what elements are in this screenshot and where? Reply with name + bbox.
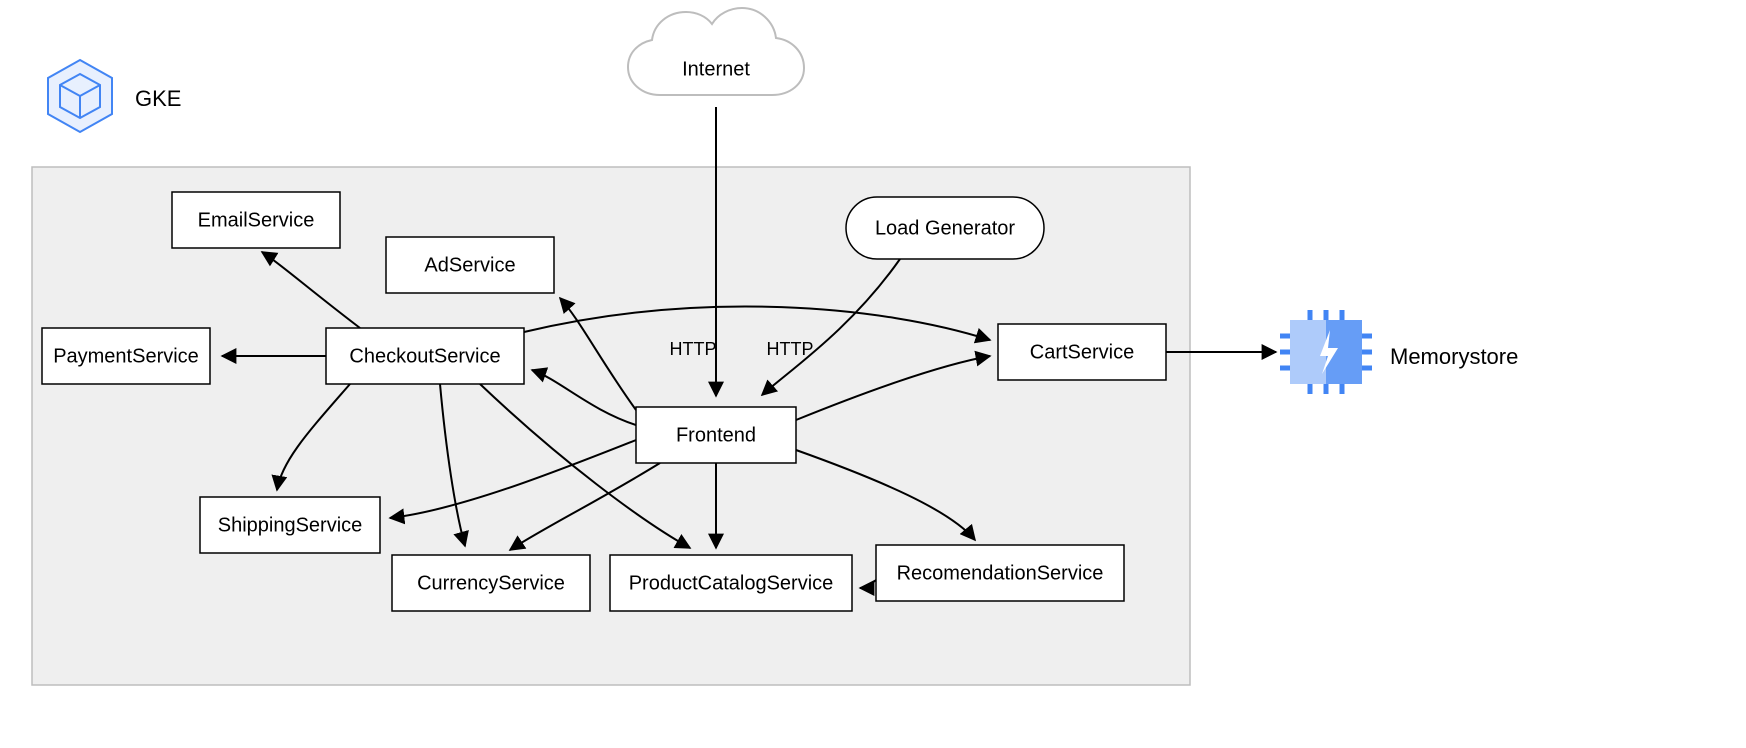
gke-label: GKE xyxy=(135,86,181,111)
node-currencyservice: CurrencyService xyxy=(392,555,590,611)
node-emailservice: EmailService xyxy=(172,192,340,248)
memorystore-icon xyxy=(1280,310,1372,394)
node-recommendation: RecomendationService xyxy=(876,545,1124,601)
node-frontend-label: Frontend xyxy=(676,424,756,446)
node-productcatalog-label: ProductCatalogService xyxy=(629,572,834,594)
node-loadgenerator: Load Generator xyxy=(846,197,1044,259)
node-productcatalog: ProductCatalogService xyxy=(610,555,852,611)
node-cartservice-label: CartService xyxy=(1030,341,1134,363)
gke-icon xyxy=(48,60,112,132)
node-shippingservice: ShippingService xyxy=(200,497,380,553)
node-emailservice-label: EmailService xyxy=(198,209,315,231)
node-checkoutservice-label: CheckoutService xyxy=(349,345,500,367)
node-cartservice: CartService xyxy=(998,324,1166,380)
node-adservice-label: AdService xyxy=(424,254,515,276)
node-paymentservice-label: PaymentService xyxy=(53,345,199,367)
node-frontend: Frontend xyxy=(636,407,796,463)
node-adservice: AdService xyxy=(386,237,554,293)
internet-label: Internet xyxy=(682,58,750,80)
http-label-right: HTTP xyxy=(767,339,814,359)
node-loadgenerator-label: Load Generator xyxy=(875,217,1015,239)
memorystore-label: Memorystore xyxy=(1390,344,1518,369)
node-shippingservice-label: ShippingService xyxy=(218,514,363,536)
node-currencyservice-label: CurrencyService xyxy=(417,572,565,594)
node-recommendation-label: RecomendationService xyxy=(897,562,1104,584)
node-checkoutservice: CheckoutService xyxy=(326,328,524,384)
node-paymentservice: PaymentService xyxy=(42,328,210,384)
internet-cloud xyxy=(628,8,804,95)
http-label-left: HTTP xyxy=(670,339,717,359)
